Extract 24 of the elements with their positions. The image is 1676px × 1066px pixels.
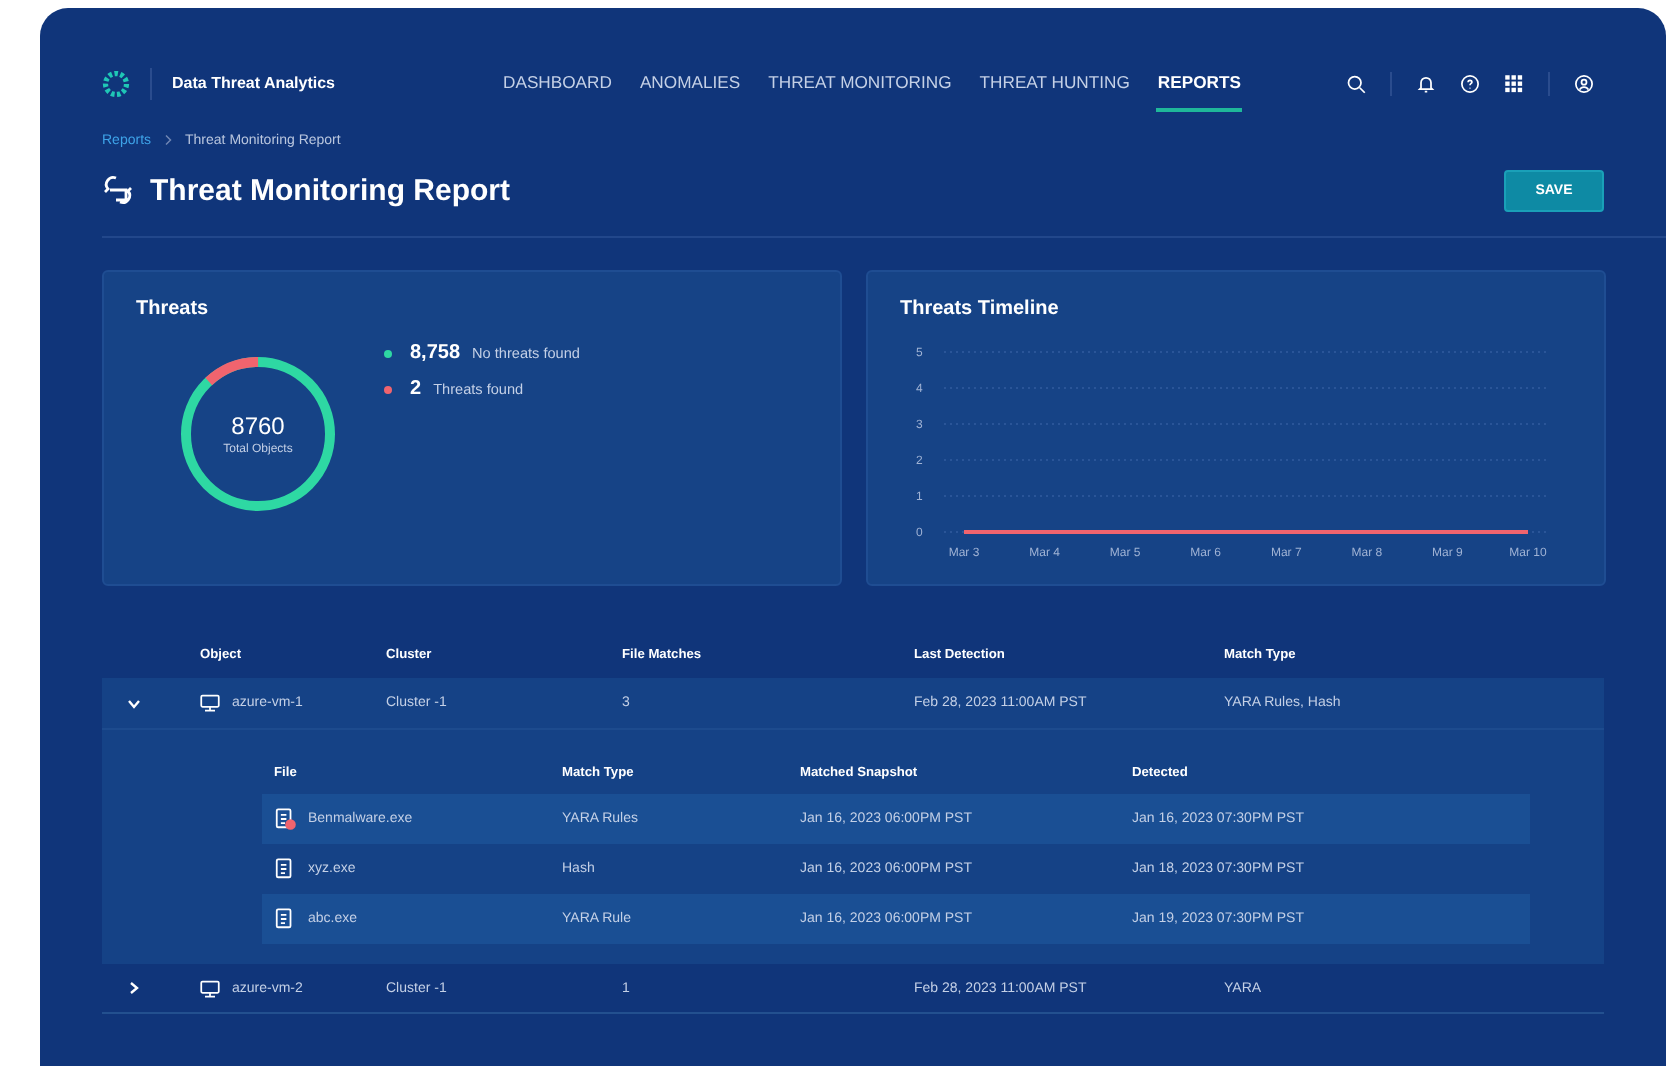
grid-icon[interactable] — [1504, 74, 1524, 94]
bell-icon[interactable] — [1416, 74, 1436, 94]
help-icon[interactable] — [1460, 74, 1480, 94]
monitor-icon — [200, 979, 220, 997]
nav-tab[interactable]: THREAT MONITORING — [766, 56, 954, 112]
nav-tab[interactable]: ANOMALIES — [637, 56, 743, 112]
total-count: 8760 — [231, 412, 285, 440]
logo-icon — [102, 70, 130, 98]
legend-count: 8,758 — [410, 342, 461, 364]
report-icon — [102, 174, 134, 206]
nav-tab[interactable]: THREAT HUNTING — [977, 56, 1132, 112]
chevron-icon[interactable] — [126, 695, 142, 711]
monitor-icon — [200, 694, 220, 712]
chevron-icon[interactable] — [126, 980, 142, 996]
app-name: Data Threat Analytics — [150, 68, 336, 100]
page-title: Threat Monitoring Report — [150, 173, 510, 207]
user-icon[interactable] — [1574, 74, 1594, 94]
legend-count: 2 — [410, 378, 422, 400]
card-title: Threats — [136, 298, 211, 320]
chevron-icon — [163, 134, 174, 146]
nav-tab[interactable]: DASHBOARD — [501, 56, 614, 112]
search-icon[interactable] — [1346, 74, 1366, 94]
nav-tab[interactable]: REPORTS — [1155, 56, 1243, 112]
card-title: Threats Timeline — [900, 298, 1061, 320]
